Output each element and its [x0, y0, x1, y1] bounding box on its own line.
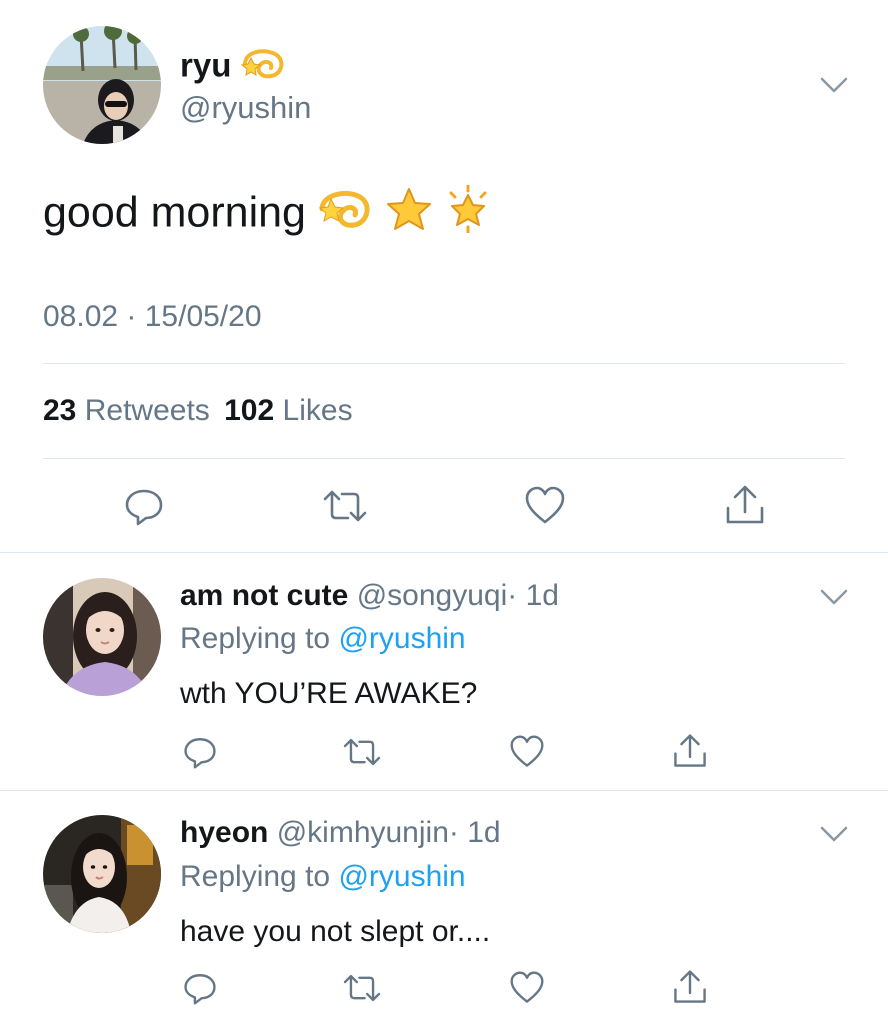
share-icon[interactable]	[672, 733, 708, 769]
reply-age: · 1d	[448, 816, 501, 849]
reply-text: wth YOU’RE AWAKE?	[180, 677, 478, 710]
retweets-label[interactable]: Retweets	[85, 394, 210, 427]
reply-header: am not cute @songyuqi· 1d	[180, 578, 559, 614]
like-icon[interactable]	[509, 735, 545, 769]
glowing-star-icon	[444, 184, 492, 245]
dizzy-icon	[318, 187, 374, 243]
reply-author-name[interactable]: hyeon	[180, 816, 268, 849]
reply-icon[interactable]	[183, 971, 217, 1005]
like-icon[interactable]	[509, 971, 545, 1005]
reply-icon[interactable]	[183, 735, 217, 769]
reply-author-handle[interactable]: @songyuqi	[357, 579, 508, 612]
reply-text: have you not slept or....	[180, 915, 491, 948]
author-handle[interactable]: @ryushin	[180, 90, 311, 126]
replying-to-label: Replying to	[180, 622, 331, 655]
retweet-icon[interactable]	[342, 735, 382, 769]
replying-to-row: Replying to @ryushin	[180, 621, 466, 657]
share-icon[interactable]	[724, 484, 766, 526]
like-icon[interactable]	[524, 486, 566, 526]
star-icon	[386, 187, 432, 243]
dizzy-icon	[240, 46, 287, 90]
divider	[0, 552, 888, 553]
tweet-text: good morning	[43, 188, 306, 237]
tweet-text-row: good morning	[43, 184, 492, 245]
chevron-down-icon[interactable]	[819, 75, 849, 95]
reply-age: · 1d	[507, 579, 559, 612]
engagement-stats: 23 Retweets 102 Likes	[43, 393, 353, 429]
tweet-timestamp: 08.02 · 15/05/20	[43, 300, 262, 333]
author-avatar[interactable]	[43, 26, 161, 144]
retweet-icon[interactable]	[342, 971, 382, 1005]
divider	[43, 458, 845, 459]
likes-label[interactable]: Likes	[283, 394, 353, 427]
chevron-down-icon[interactable]	[819, 824, 849, 844]
reply-header: hyeon @kimhyunjin· 1d	[180, 815, 501, 851]
chevron-down-icon[interactable]	[819, 587, 849, 607]
replying-to-link[interactable]: @ryushin	[338, 622, 465, 655]
reply-avatar[interactable]	[43, 578, 161, 696]
reply-author-name[interactable]: am not cute	[180, 579, 348, 612]
reply-icon[interactable]	[124, 486, 164, 526]
reply-author-handle[interactable]: @kimhyunjin	[277, 816, 449, 849]
author-name[interactable]: ryu	[180, 47, 231, 84]
replying-to-link[interactable]: @ryushin	[338, 860, 465, 893]
divider	[0, 790, 888, 791]
divider	[43, 363, 845, 364]
reply-avatar[interactable]	[43, 815, 161, 933]
share-icon[interactable]	[672, 969, 708, 1005]
retweet-icon[interactable]	[322, 486, 368, 526]
replying-to-row: Replying to @ryushin	[180, 859, 466, 895]
likes-count[interactable]: 102	[224, 394, 274, 427]
replying-to-label: Replying to	[180, 860, 331, 893]
retweets-count[interactable]: 23	[43, 394, 76, 427]
